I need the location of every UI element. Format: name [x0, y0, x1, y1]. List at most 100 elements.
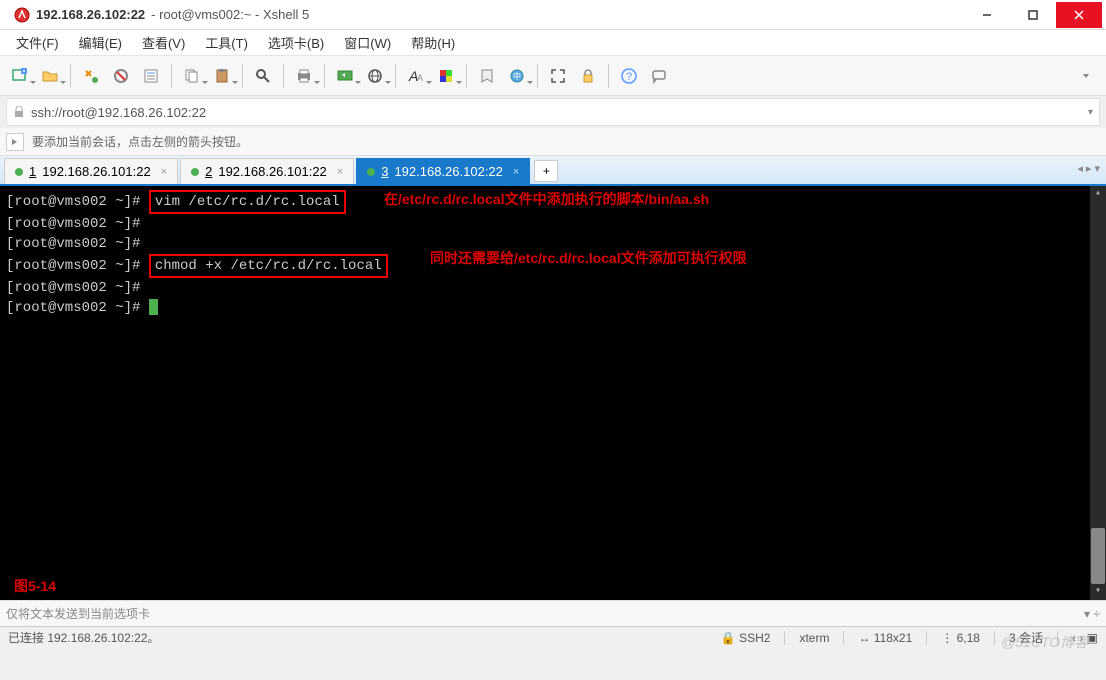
watermark: @51CTO博客	[1001, 632, 1088, 652]
tab-number: 2	[205, 164, 212, 179]
svg-text:中: 中	[513, 71, 521, 81]
address-dropdown-icon[interactable]: ▾	[1088, 107, 1093, 118]
reconnect-button[interactable]	[77, 62, 105, 90]
send-mode-text: 仅将文本发送到当前选项卡	[6, 605, 150, 622]
status-dot-icon	[367, 168, 375, 176]
shell-prompt: [root@vms002 ~]#	[6, 236, 140, 252]
toolbar: AA 中 ?	[0, 56, 1106, 96]
lock-icon: 🔒	[721, 631, 736, 645]
status-bar: 已连接 192.168.26.102:22。 🔒 SSH2 xterm ↔ 11…	[0, 626, 1106, 648]
hint-bar: 要添加当前会话，点击左侧的箭头按钮。	[0, 128, 1106, 156]
toolbar-separator	[608, 64, 609, 88]
encoding-button[interactable]: 中	[503, 62, 531, 90]
help-button[interactable]: ?	[615, 62, 643, 90]
minimize-button[interactable]	[964, 2, 1010, 28]
toolbar-separator	[70, 64, 71, 88]
tab-close-icon[interactable]: ×	[513, 166, 519, 178]
toolbar-separator	[395, 64, 396, 88]
cursor-position: ⋮ 6,18	[941, 631, 980, 645]
find-button[interactable]	[249, 62, 277, 90]
cursor-icon	[149, 299, 158, 315]
lock-icon	[13, 106, 25, 118]
maximize-button[interactable]	[1010, 2, 1056, 28]
tab-nav[interactable]: ◂ ▸ ▾	[1077, 162, 1100, 175]
command-highlight: vim /etc/rc.d/rc.local	[149, 190, 346, 214]
open-session-button[interactable]	[36, 62, 64, 90]
copy-button[interactable]	[178, 62, 206, 90]
session-tab-2[interactable]: 2 192.168.26.101:22 ×	[180, 158, 354, 184]
status-dot-icon	[191, 168, 199, 176]
status-dot-icon	[15, 168, 23, 176]
figure-label: 图5-14	[14, 576, 56, 596]
session-tab-1[interactable]: 1 192.168.26.101:22 ×	[4, 158, 178, 184]
add-session-arrow-button[interactable]	[6, 133, 24, 151]
shell-prompt: [root@vms002 ~]#	[6, 258, 140, 274]
new-tab-button[interactable]: +	[534, 160, 558, 182]
close-button[interactable]	[1056, 2, 1102, 28]
lock-button[interactable]	[574, 62, 602, 90]
script-button[interactable]	[473, 62, 501, 90]
tab-label: 192.168.26.101:22	[218, 164, 326, 179]
color-scheme-button[interactable]	[432, 62, 460, 90]
address-text: ssh://root@192.168.26.102:22	[31, 105, 1088, 120]
toolbar-separator	[466, 64, 467, 88]
feedback-button[interactable]	[645, 62, 673, 90]
menu-help[interactable]: 帮助(H)	[403, 30, 463, 55]
scroll-thumb[interactable]	[1091, 528, 1105, 584]
terminal-size: ↔ 118x21	[858, 631, 912, 645]
window-controls	[964, 2, 1102, 28]
toolbar-separator	[283, 64, 284, 88]
print-button[interactable]	[290, 62, 318, 90]
protocol-status: 🔒 SSH2	[721, 631, 771, 645]
toolbar-separator	[171, 64, 172, 88]
annotation-text: 同时还需要给/etc/rc.d/rc.local文件添加可执行权限	[430, 248, 747, 268]
tab-strip: 1 192.168.26.101:22 × 2 192.168.26.101:2…	[0, 156, 1106, 186]
scroll-up-icon[interactable]: ▴	[1090, 186, 1106, 202]
properties-button[interactable]	[137, 62, 165, 90]
app-icon	[14, 7, 30, 23]
terminal[interactable]: [root@vms002 ~]# vim /etc/rc.d/rc.local …	[0, 186, 1106, 600]
tab-number: 1	[29, 164, 36, 179]
menu-edit[interactable]: 编辑(E)	[71, 30, 130, 55]
send-mode-dropdown-icon[interactable]: ▾ ÷	[1084, 607, 1100, 621]
menu-bar: 文件(F) 编辑(E) 查看(V) 工具(T) 选项卡(B) 窗口(W) 帮助(…	[0, 30, 1106, 56]
connection-status: 已连接 192.168.26.102:22。	[8, 629, 159, 646]
terminal-scrollbar[interactable]: ▴ ▾	[1090, 186, 1106, 600]
menu-window[interactable]: 窗口(W)	[336, 30, 399, 55]
window-title-sub: - root@vms002:~ - Xshell 5	[151, 7, 309, 22]
tab-close-icon[interactable]: ×	[337, 166, 343, 178]
hint-text: 要添加当前会话，点击左侧的箭头按钮。	[32, 133, 248, 150]
paste-button[interactable]	[208, 62, 236, 90]
command-highlight: chmod +x /etc/rc.d/rc.local	[149, 254, 388, 278]
toolbar-separator	[242, 64, 243, 88]
annotation-text: 在/etc/rc.d/rc.local文件中添加执行的脚本/bin/aa.sh	[384, 189, 709, 209]
tab-number: 3	[381, 164, 388, 179]
menu-file[interactable]: 文件(F)	[8, 30, 67, 55]
terminal-type: xterm	[799, 631, 829, 645]
menu-tools[interactable]: 工具(T)	[197, 30, 256, 55]
session-tab-3[interactable]: 3 192.168.26.102:22 ×	[356, 158, 530, 184]
menu-tabs[interactable]: 选项卡(B)	[260, 30, 332, 55]
title-bar: 192.168.26.102:22 - root@vms002:~ - Xshe…	[0, 0, 1106, 30]
svg-text:A: A	[417, 73, 423, 83]
shell-prompt: [root@vms002 ~]#	[6, 280, 140, 296]
fullscreen-button[interactable]	[544, 62, 572, 90]
scroll-down-icon[interactable]: ▾	[1090, 584, 1106, 600]
toolbar-separator	[324, 64, 325, 88]
tab-close-icon[interactable]: ×	[161, 166, 167, 178]
disconnect-button[interactable]	[107, 62, 135, 90]
menu-view[interactable]: 查看(V)	[134, 30, 193, 55]
font-button[interactable]: AA	[402, 62, 430, 90]
new-session-button[interactable]	[6, 62, 34, 90]
send-input-bar[interactable]: 仅将文本发送到当前选项卡 ▾ ÷	[0, 600, 1106, 626]
window-title-host: 192.168.26.102:22	[36, 7, 145, 22]
toolbar-overflow[interactable]	[1072, 62, 1100, 90]
shell-prompt: [root@vms002 ~]#	[6, 300, 140, 316]
toolbar-separator	[537, 64, 538, 88]
web-button[interactable]	[361, 62, 389, 90]
shell-prompt: [root@vms002 ~]#	[6, 194, 140, 210]
xftp-button[interactable]	[331, 62, 359, 90]
tab-label: 192.168.26.101:22	[42, 164, 150, 179]
address-bar[interactable]: ssh://root@192.168.26.102:22 ▾	[6, 98, 1100, 126]
shell-prompt: [root@vms002 ~]#	[6, 216, 140, 232]
